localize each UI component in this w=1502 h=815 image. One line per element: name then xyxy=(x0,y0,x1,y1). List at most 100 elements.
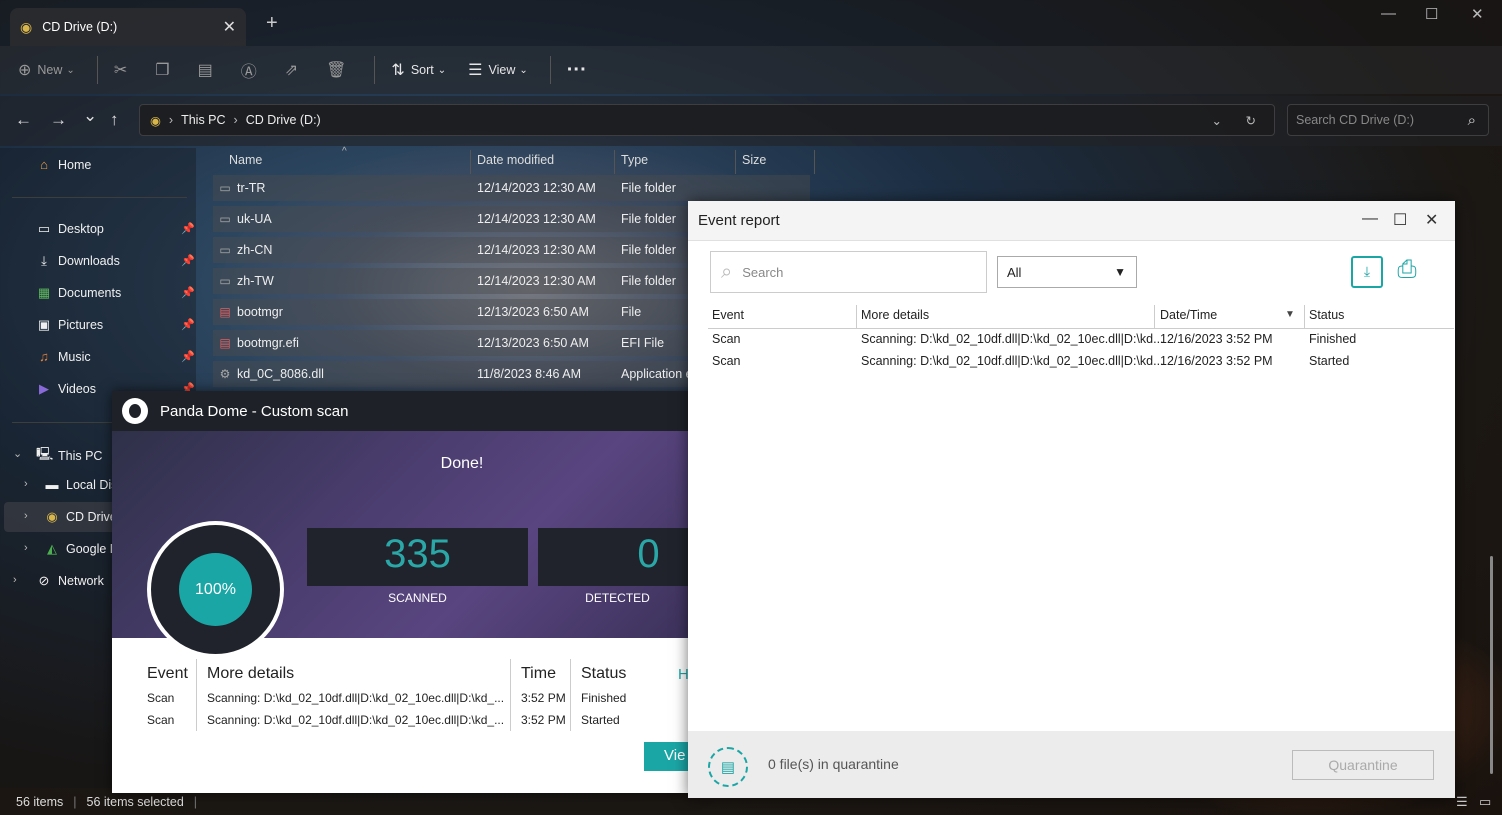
folder-icon: ▭ xyxy=(219,274,231,288)
scanned-count: 335 xyxy=(384,532,451,576)
refresh-icon[interactable]: ↻ xyxy=(1246,113,1256,128)
tab-close-icon[interactable]: ✕ xyxy=(223,17,236,37)
event-report-title-bar: Event report xyxy=(688,201,1455,241)
sidebar-item-documents[interactable]: ▦ Documents xyxy=(36,285,121,301)
file-date: 12/14/2023 12:30 AM xyxy=(477,274,596,288)
sidebar-item-network[interactable]: ⊘ Network xyxy=(36,573,104,589)
col-event[interactable]: Event xyxy=(708,305,744,329)
column-label: Size xyxy=(742,153,767,167)
chevron-right-icon[interactable]: › xyxy=(24,510,28,522)
sidebar-label: Desktop xyxy=(58,222,104,236)
pin-icon: 📌 xyxy=(181,351,195,363)
folder-icon: ▭ xyxy=(219,212,231,226)
sidebar-item-pictures[interactable]: ▣ Pictures xyxy=(36,317,103,333)
forward-arrow-icon[interactable]: → xyxy=(50,110,67,130)
sidebar-item-google-drive[interactable]: ◭ Google D xyxy=(44,541,119,557)
sidebar-item-cd-drive[interactable]: ◉ CD Drive xyxy=(44,509,117,525)
event-filter-select[interactable]: All ▼ xyxy=(997,256,1137,288)
panda-title-bar: Panda Dome - Custom scan xyxy=(112,391,702,431)
chevron-right-icon[interactable]: › xyxy=(13,574,17,586)
printer-icon[interactable]: ⎙ xyxy=(1391,256,1423,288)
column-header-size[interactable]: Size xyxy=(736,150,815,174)
more-options-button[interactable]: ··· xyxy=(567,59,587,82)
gear-file-icon: ⚙ xyxy=(219,367,231,381)
column-header-type[interactable]: Type xyxy=(615,150,736,174)
sidebar-label: CD Drive xyxy=(66,510,117,524)
maximize-button[interactable]: ☐ xyxy=(1425,5,1438,23)
scanned-label: SCANNED xyxy=(388,591,447,605)
sidebar-item-local-disk[interactable]: ▬ Local Dis xyxy=(44,477,118,492)
sidebar-item-desktop[interactable]: ▭ Desktop xyxy=(36,221,104,237)
file-row[interactable]: ▭ tr-TR 12/14/2023 12:30 AM File folder xyxy=(213,175,810,201)
videos-icon: ▶ xyxy=(39,381,49,396)
breadcrumb-cd-drive[interactable]: CD Drive (D:) xyxy=(246,113,321,127)
chevron-right-icon[interactable]: › xyxy=(24,542,28,554)
column-header-date[interactable]: Date modified xyxy=(471,150,615,174)
new-label: New xyxy=(37,63,63,77)
sidebar-label: Music xyxy=(58,349,91,364)
copy-icon: ❐ xyxy=(155,62,170,79)
recent-locations-icon[interactable]: ⌄ xyxy=(83,106,97,126)
event-cell: Scan xyxy=(712,354,741,368)
back-arrow-icon[interactable]: ← xyxy=(15,110,32,130)
export-folder-icon[interactable]: ⤓ xyxy=(1351,256,1383,288)
scissors-icon: ✂ xyxy=(113,62,128,79)
search-placeholder: Search xyxy=(742,264,784,280)
sidebar-item-videos[interactable]: ▶ Videos xyxy=(36,381,96,397)
copy-button[interactable]: ❐ xyxy=(155,60,175,80)
tiles-view-icon[interactable]: ▭ xyxy=(1479,794,1491,810)
sidebar-item-this-pc[interactable]: 🖳 This PC xyxy=(36,445,102,467)
col-details: More details xyxy=(207,665,295,682)
share-icon: ⇗ xyxy=(284,62,299,79)
event-search-input[interactable]: ⌕ Search xyxy=(710,251,987,293)
status-cell: Started xyxy=(581,713,620,727)
view-button[interactable]: ☰ View ⌄ xyxy=(468,60,528,80)
new-button[interactable]: ⊕ New ⌄ xyxy=(18,60,75,80)
rename-button[interactable]: Ⓐ xyxy=(241,58,263,82)
breadcrumb-this-pc[interactable]: This PC xyxy=(181,113,225,127)
sidebar-item-home[interactable]: ⌂ Home xyxy=(36,157,91,172)
column-header-name[interactable]: Name xyxy=(223,150,471,174)
up-arrow-icon[interactable]: ↑ xyxy=(110,110,119,130)
chevron-right-icon[interactable]: › xyxy=(24,478,28,490)
new-tab-button[interactable]: + xyxy=(266,12,278,35)
col-datetime[interactable]: Date/Time xyxy=(1156,305,1217,329)
tab-cd-drive[interactable]: ◉ CD Drive (D:) ✕ xyxy=(10,8,246,46)
tab-bar: ◉ CD Drive (D:) ✕ + — ☐ ✕ xyxy=(0,0,1502,46)
details-view-icon[interactable]: ☰ xyxy=(1456,794,1468,810)
sidebar-item-music[interactable]: ♫ Music xyxy=(36,349,91,364)
paste-button[interactable]: ▤ xyxy=(198,60,219,80)
search-icon[interactable]: ⌕ xyxy=(1468,112,1476,129)
scrollbar[interactable] xyxy=(1490,556,1493,774)
quarantine-button[interactable]: Quarantine xyxy=(1292,750,1434,780)
minimize-button[interactable]: — xyxy=(1381,5,1396,22)
search-input[interactable]: Search CD Drive (D:) ⌕ xyxy=(1287,104,1489,136)
sort-button[interactable]: ⇅ Sort ⌄ xyxy=(391,60,446,80)
address-dropdown-icon[interactable]: ⌄ xyxy=(1212,113,1222,128)
sidebar-item-downloads[interactable]: ⤓ Downloads xyxy=(36,253,120,269)
file-name: bootmgr xyxy=(237,305,283,319)
col-status[interactable]: Status xyxy=(1305,305,1344,329)
chevron-right-icon: › xyxy=(168,113,174,127)
rename-icon: Ⓐ xyxy=(240,64,257,81)
scanned-box: 335 xyxy=(307,528,528,586)
share-button[interactable]: ⇗ xyxy=(285,60,304,80)
quarantine-icon: ▤ xyxy=(708,747,748,787)
cut-button[interactable]: ✂ xyxy=(114,60,133,80)
close-button[interactable]: ✕ xyxy=(1425,210,1438,230)
chevron-right-icon: › xyxy=(233,113,238,127)
datetime-cell: 12/16/2023 3:52 PM xyxy=(1160,332,1273,346)
music-icon: ♫ xyxy=(39,349,49,364)
quarantine-count: 0 file(s) in quarantine xyxy=(768,756,899,772)
address-bar[interactable]: ◉ › This PC › CD Drive (D:) ⌄ ↻ xyxy=(139,104,1275,136)
maximize-button[interactable]: ☐ xyxy=(1393,210,1407,230)
delete-button[interactable]: 🗑 xyxy=(326,60,352,80)
file-date: 12/14/2023 12:30 AM xyxy=(477,181,596,195)
progress-percent: 100% xyxy=(179,553,252,626)
close-button[interactable]: ✕ xyxy=(1471,5,1484,23)
cd-drive-icon: ◉ xyxy=(150,113,161,128)
minimize-button[interactable]: — xyxy=(1362,210,1378,228)
chevron-down-icon[interactable]: ⌄ xyxy=(13,447,22,460)
col-more-details[interactable]: More details xyxy=(857,305,929,329)
progress-ring: 100% xyxy=(147,521,284,658)
